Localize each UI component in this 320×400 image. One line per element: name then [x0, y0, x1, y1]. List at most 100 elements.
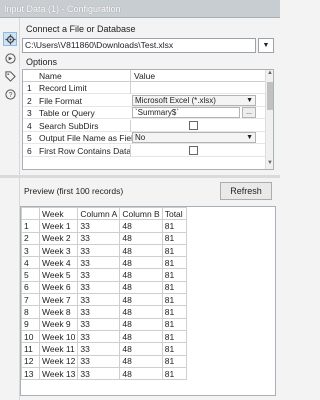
- table-cell: 81: [161, 354, 187, 368]
- table-row[interactable]: 2 Week 2 33 48 81: [21, 231, 187, 245]
- window-titlebar: Input Data (1) - Configuration: [0, 0, 280, 18]
- file-browse-button[interactable]: ▼: [258, 38, 274, 53]
- gear-icon[interactable]: [3, 32, 17, 46]
- table-cell: 48: [119, 342, 163, 356]
- table-cell: 81: [161, 293, 187, 307]
- table-cell: 12: [21, 354, 40, 368]
- table-cell: 81: [161, 243, 187, 258]
- scroll-up-icon[interactable]: ▲: [266, 70, 273, 78]
- table-row[interactable]: 4 Week 4 33 48 81: [21, 256, 187, 270]
- table-cell: 33: [77, 268, 121, 282]
- table-row[interactable]: 13 Week 13 33 48 81: [21, 366, 187, 381]
- table-cell: 48: [119, 243, 163, 258]
- options-scrollbar[interactable]: ▲ ▼: [265, 70, 273, 169]
- table-cell: 48: [119, 317, 163, 331]
- preview-col-a[interactable]: Column A: [77, 207, 121, 221]
- table-cell: Week 3: [38, 243, 79, 258]
- table-cell: Week 1: [38, 219, 79, 233]
- help-icon[interactable]: ?: [3, 87, 17, 101]
- table-cell: Week 12: [38, 354, 79, 368]
- table-cell: 7: [21, 293, 40, 307]
- chevron-down-icon: ▼: [262, 42, 270, 49]
- table-cell: 81: [161, 305, 187, 319]
- table-cell: 81: [161, 219, 187, 233]
- table-cell: 48: [119, 305, 163, 319]
- scroll-thumb[interactable]: [267, 82, 273, 110]
- svg-text:?: ?: [8, 91, 12, 98]
- table-cell: 33: [77, 256, 121, 270]
- first-row-data-checkbox[interactable]: [189, 145, 198, 155]
- preview-col-b[interactable]: Column B: [119, 207, 163, 221]
- table-query-browse-button[interactable]: ...: [242, 107, 256, 118]
- table-row[interactable]: 10 Week 10 33 48 81: [21, 329, 187, 344]
- table-cell: 48: [119, 219, 163, 233]
- table-cell: 10: [21, 329, 40, 344]
- preview-col-week[interactable]: Week: [38, 207, 79, 221]
- table-cell: Week 6: [38, 280, 79, 295]
- table-cell: 48: [119, 354, 163, 368]
- preview-header-row: Week Column A Column B Total: [21, 207, 187, 221]
- table-cell: 6: [21, 280, 40, 295]
- table-cell: Week 13: [38, 366, 79, 381]
- table-cell: Week 2: [38, 231, 79, 245]
- panel-divider[interactable]: [0, 175, 280, 178]
- file-format-select[interactable]: Microsoft Excel (*.xlsx) ▼: [132, 94, 256, 106]
- table-row[interactable]: 9 Week 9 33 48 81: [21, 317, 187, 331]
- chevron-down-icon: ▼: [246, 96, 253, 104]
- table-row[interactable]: 8 Week 8 33 48 81: [21, 305, 187, 319]
- table-cell: 8: [21, 305, 40, 319]
- table-cell: Week 7: [38, 293, 79, 307]
- preview-col-total[interactable]: Total: [161, 207, 187, 221]
- table-cell: 33: [77, 317, 121, 331]
- table-row[interactable]: 11 Week 11 33 48 81: [21, 342, 187, 356]
- table-cell: 48: [119, 280, 163, 295]
- tag-arrow-icon[interactable]: [3, 51, 17, 65]
- output-filename-select[interactable]: No ▼: [132, 132, 256, 143]
- option-row-search-subdirs[interactable]: 4 Search SubDirs: [23, 119, 267, 132]
- table-cell: Week 8: [38, 305, 79, 319]
- options-grid: Name Value 1 Record Limit 2 File Format …: [22, 69, 274, 170]
- left-rail: ?: [0, 18, 20, 400]
- option-row-file-format[interactable]: 2 File Format Microsoft Excel (*.xlsx) ▼: [23, 94, 267, 107]
- option-row-output-filename[interactable]: 5 Output File Name as Field No ▼: [23, 132, 267, 145]
- table-row[interactable]: 1 Week 1 33 48 81: [21, 219, 187, 233]
- table-cell: 4: [21, 256, 40, 270]
- scroll-down-icon[interactable]: ▼: [266, 160, 273, 168]
- table-cell: 48: [119, 293, 163, 307]
- table-cell: 33: [77, 293, 121, 307]
- table-row[interactable]: 6 Week 6 33 48 81: [21, 280, 187, 295]
- table-cell: 33: [77, 305, 121, 319]
- table-cell: 81: [161, 366, 187, 381]
- options-header: Name Value: [23, 70, 267, 82]
- table-query-input[interactable]: `Summary$`: [132, 107, 240, 118]
- options-col-value: Value: [130, 70, 267, 82]
- search-subdirs-checkbox[interactable]: [189, 120, 198, 130]
- table-cell: 3: [21, 243, 40, 258]
- table-cell: 48: [119, 366, 163, 381]
- table-cell: 33: [77, 342, 121, 356]
- file-path-input[interactable]: C:\Users\V811860\Downloads\Test.xlsx: [22, 38, 256, 53]
- table-cell: 81: [161, 342, 187, 356]
- option-row-table-query[interactable]: 3 Table or Query `Summary$` ...: [23, 107, 267, 120]
- table-row[interactable]: 7 Week 7 33 48 81: [21, 293, 187, 307]
- option-row-record-limit[interactable]: 1 Record Limit: [23, 82, 267, 95]
- table-cell: 33: [77, 231, 121, 245]
- option-row-first-row-data[interactable]: 6 First Row Contains Data: [23, 144, 267, 157]
- tag-icon[interactable]: [3, 69, 17, 83]
- table-row[interactable]: 3 Week 3 33 48 81: [21, 243, 187, 258]
- options-col-name: Name: [39, 71, 62, 81]
- preview-col-rownum: [21, 207, 40, 221]
- table-cell: 13: [21, 366, 40, 381]
- table-row[interactable]: 5 Week 5 33 48 81: [21, 268, 187, 282]
- window-title: Input Data (1) - Configuration: [4, 3, 121, 14]
- table-cell: 81: [161, 280, 187, 295]
- table-cell: 9: [21, 317, 40, 331]
- record-limit-value[interactable]: [130, 82, 267, 94]
- table-cell: 1: [21, 219, 40, 233]
- table-cell: Week 9: [38, 317, 79, 331]
- table-cell: Week 4: [38, 256, 79, 270]
- table-row[interactable]: 12 Week 12 33 48 81: [21, 354, 187, 368]
- table-cell: 11: [21, 342, 40, 356]
- table-cell: 33: [77, 329, 121, 344]
- refresh-button[interactable]: Refresh: [220, 182, 272, 200]
